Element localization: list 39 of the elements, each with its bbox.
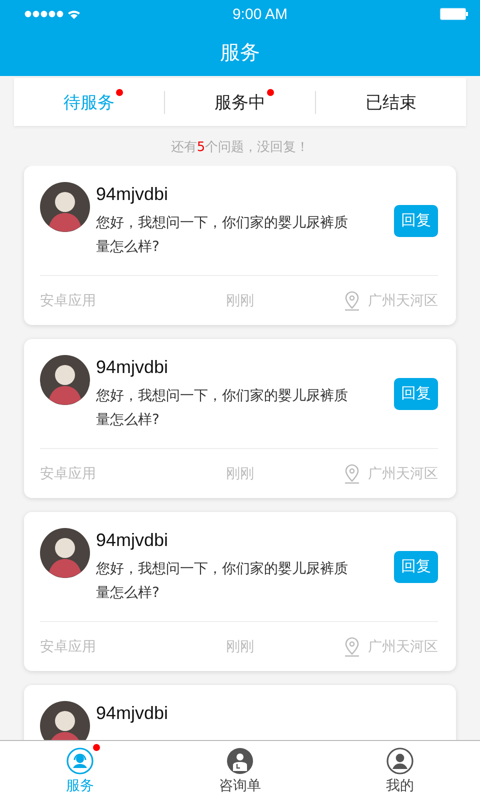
nav-tab[interactable]: 我的 bbox=[320, 741, 480, 800]
tab[interactable]: 服务中 bbox=[208, 90, 272, 114]
reply-button[interactable]: 回复 bbox=[394, 378, 438, 410]
page-title: 服务 bbox=[219, 38, 261, 66]
message-text: 您好，我想问一下，你们家的婴儿尿裤质量怎么样? bbox=[96, 560, 349, 603]
tab[interactable]: 已结束 bbox=[360, 90, 422, 114]
nav-tab[interactable]: 咨询单 bbox=[160, 741, 320, 800]
tab[interactable]: 待服务 bbox=[58, 90, 120, 114]
location-pin-icon bbox=[344, 464, 360, 484]
location-pin-icon bbox=[344, 636, 360, 656]
time-text: 刚刚 bbox=[226, 638, 254, 656]
headset-person-icon bbox=[66, 746, 94, 774]
user-name: 94mjvdbi bbox=[96, 703, 170, 724]
message-text: 您好，我想问一下，你们家的婴儿尿裤质量怎么样? bbox=[96, 214, 349, 257]
user-name: 94mjvdbi bbox=[96, 184, 170, 205]
user-icon bbox=[386, 746, 414, 774]
reply-button[interactable]: 回复 bbox=[394, 550, 438, 582]
nav-tab[interactable]: 服务 bbox=[0, 741, 160, 800]
location-text: 广州天河区 bbox=[368, 292, 438, 310]
source-text: 安卓应用 bbox=[40, 638, 96, 656]
doctor-icon bbox=[226, 746, 254, 774]
signal-wifi-icon bbox=[24, 8, 80, 20]
status-time: 9:00 AM bbox=[232, 6, 288, 22]
avatar bbox=[40, 182, 90, 232]
user-name: 94mjvdbi bbox=[96, 530, 170, 551]
location-text: 广州天河区 bbox=[368, 464, 438, 482]
user-name: 94mjvdbi bbox=[96, 357, 170, 378]
location-pin-icon bbox=[344, 290, 360, 310]
message-text: 您好，我想问一下，你们家的婴儿尿裤质量怎么样? bbox=[96, 387, 349, 430]
reply-button[interactable]: 回复 bbox=[394, 204, 438, 236]
avatar bbox=[40, 528, 90, 578]
notice-text: 还有5个问题，没回复！ bbox=[170, 139, 310, 157]
battery-icon bbox=[440, 8, 468, 20]
location-text: 广州天河区 bbox=[368, 638, 438, 656]
time-text: 刚刚 bbox=[226, 464, 254, 482]
time-text: 刚刚 bbox=[226, 292, 254, 310]
source-text: 安卓应用 bbox=[40, 464, 96, 482]
source-text: 安卓应用 bbox=[40, 292, 96, 310]
avatar bbox=[40, 355, 90, 405]
